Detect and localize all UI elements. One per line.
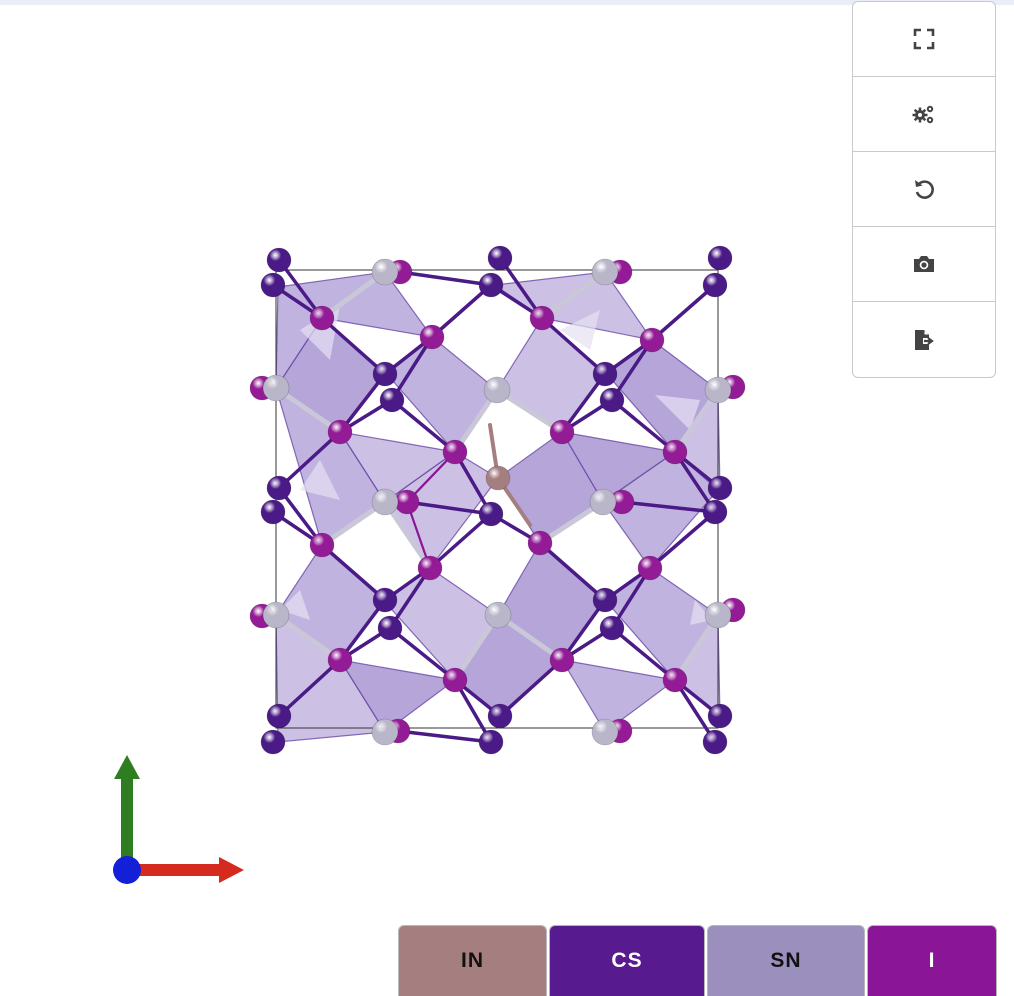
settings-icon <box>912 105 934 124</box>
cs-atom <box>592 587 618 613</box>
z-axis-ball <box>113 856 141 884</box>
legend-item-cs[interactable]: CS <box>549 925 705 996</box>
cs-atom <box>702 272 728 298</box>
cs-atom <box>487 245 513 271</box>
sn-atom <box>704 601 732 629</box>
axes-indicator <box>113 755 244 884</box>
cs-atom <box>266 475 292 501</box>
reset-view-icon <box>915 180 934 199</box>
bond <box>650 283 717 342</box>
fullscreen-button[interactable] <box>853 2 995 77</box>
cs-atom <box>707 475 733 501</box>
export-button[interactable] <box>853 302 995 377</box>
cs-atom <box>379 387 405 413</box>
cs-atom <box>592 361 618 387</box>
sn-atom <box>483 376 511 404</box>
i-atom <box>309 305 335 331</box>
i-atom <box>662 667 688 693</box>
in-atom <box>485 465 511 491</box>
sn-atom <box>591 718 619 746</box>
element-legend: IN CS SN I <box>398 925 997 996</box>
cs-atom <box>266 703 292 729</box>
cs-atom <box>260 729 286 755</box>
camera-icon <box>914 256 934 272</box>
cs-atom <box>702 729 728 755</box>
export-icon <box>915 329 934 350</box>
legend-label-sn: SN <box>770 949 802 972</box>
i-atom <box>417 555 443 581</box>
cs-atom <box>372 361 398 387</box>
cs-atom <box>478 272 504 298</box>
i-atom <box>549 647 575 673</box>
legend-label-cs: CS <box>611 949 643 972</box>
legend-label-in: IN <box>461 949 484 972</box>
viewer-toolbar <box>852 1 996 378</box>
unit-cell-group <box>113 245 746 884</box>
cs-atom <box>260 272 286 298</box>
cs-atom <box>478 501 504 527</box>
cs-atom <box>599 387 625 413</box>
i-atom <box>442 439 468 465</box>
i-atom <box>442 667 468 693</box>
y-axis-arrowhead <box>114 755 140 779</box>
legend-item-i[interactable]: I <box>867 925 997 996</box>
i-atom <box>527 530 553 556</box>
i-atom <box>662 439 688 465</box>
x-axis-arrowhead <box>219 857 244 883</box>
screenshot-button[interactable] <box>853 227 995 302</box>
settings-button[interactable] <box>853 77 995 152</box>
i-atom <box>394 489 420 515</box>
bond <box>398 270 493 287</box>
i-atom <box>419 324 445 350</box>
i-atom <box>309 532 335 558</box>
cs-atom <box>599 615 625 641</box>
x-axis-shaft <box>128 864 220 876</box>
i-atom <box>637 555 663 581</box>
i-atom <box>529 305 555 331</box>
i-atom <box>327 419 353 445</box>
cs-atom <box>702 499 728 525</box>
cs-atom <box>377 615 403 641</box>
i-atom <box>639 327 665 353</box>
cs-atom <box>266 247 292 273</box>
sn-atom <box>371 718 399 746</box>
legend-item-sn[interactable]: SN <box>707 925 865 996</box>
legend-item-in[interactable]: IN <box>398 925 547 996</box>
sn-atom <box>484 601 512 629</box>
cs-atom <box>707 703 733 729</box>
i-atom <box>327 647 353 673</box>
sn-atom <box>589 488 617 516</box>
cs-atom <box>707 245 733 271</box>
cs-atom <box>372 587 398 613</box>
cs-atom <box>478 729 504 755</box>
sn-atom <box>262 374 290 402</box>
fullscreen-icon <box>913 28 935 50</box>
sn-atom <box>371 258 399 286</box>
sn-atom <box>704 376 732 404</box>
bond <box>396 729 493 744</box>
sn-atom <box>591 258 619 286</box>
cs-atom <box>260 499 286 525</box>
reset-view-button[interactable] <box>853 152 995 227</box>
i-atom <box>549 419 575 445</box>
cs-atom <box>487 703 513 729</box>
sn-atom <box>371 488 399 516</box>
legend-label-i: I <box>928 949 936 972</box>
sn-atom <box>262 601 290 629</box>
